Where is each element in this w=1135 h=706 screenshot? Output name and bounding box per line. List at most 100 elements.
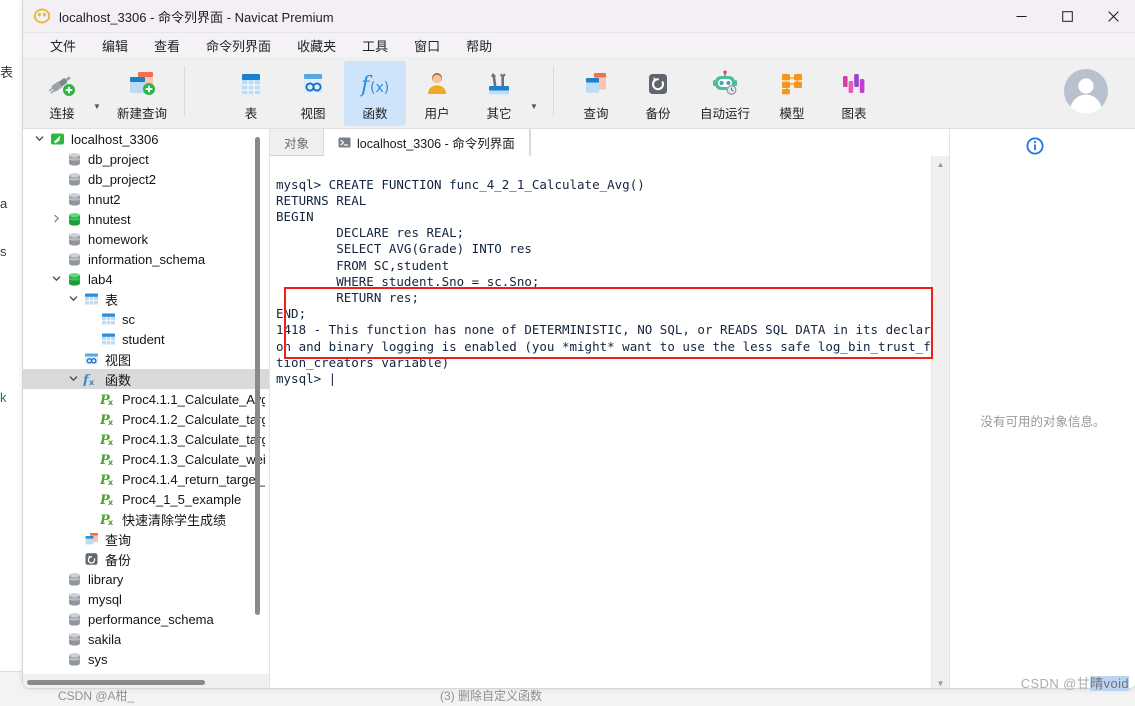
toolbar-backup[interactable]: 备份 [627, 61, 689, 126]
sidebar-horizontal-scroll-thumb[interactable] [27, 680, 205, 685]
procedure-px-icon: Px [98, 452, 118, 466]
other-tools-icon [479, 67, 519, 101]
tree-item-16[interactable]: Px Proc4.1.3_Calculate_weighted_A [23, 449, 269, 469]
tree-item-23[interactable]: mysql [23, 589, 269, 609]
tree-item-12[interactable]: f x 函数 [23, 369, 269, 389]
tree-item-13[interactable]: Px Proc4.1.1_Calculate_Avg [23, 389, 269, 409]
sidebar-horizontal-scrollbar[interactable] [23, 674, 269, 688]
chevron-down-icon[interactable] [31, 134, 47, 145]
toolbar-table-label: 表 [244, 107, 258, 121]
toolbar-other[interactable]: 其它 [468, 61, 530, 126]
toolbar-query[interactable]: 查询 [565, 61, 627, 126]
tree-item-label: hnutest [88, 211, 131, 227]
tree-item-9[interactable]: sc [23, 309, 269, 329]
chevron-down-icon[interactable] [65, 294, 81, 305]
tree-item-19[interactable]: Px 快速清除学生成绩 [23, 509, 269, 529]
tree-item-label: db_project [88, 151, 149, 167]
tree-item-15[interactable]: Px Proc4.1.3_Calculate_target_weig [23, 429, 269, 449]
tree-item-2[interactable]: db_project2 [23, 169, 269, 189]
menu-file[interactable]: 文件 [37, 33, 89, 58]
tree-item-4[interactable]: hnutest [23, 209, 269, 229]
watermark-highlight: 晴void [1090, 676, 1129, 691]
tree-item-label: 视图 [105, 352, 132, 368]
toolbar-user[interactable]: 用户 [406, 61, 468, 126]
connection-dropdown-caret-icon[interactable]: ▼ [93, 102, 107, 111]
procedure-px-icon: Px [98, 492, 118, 506]
tree-item-6[interactable]: information_schema [23, 249, 269, 269]
other-dropdown-caret-icon[interactable]: ▼ [530, 102, 544, 111]
connection-green-icon [47, 132, 67, 146]
query-icon [81, 532, 101, 546]
editor-tab-strip: 对象 localhost_3306 - 命令列界面 [270, 129, 949, 156]
tree-item-25[interactable]: sakila [23, 629, 269, 649]
scroll-up-arrow-icon[interactable]: ▲ [932, 156, 949, 173]
terminal-output[interactable]: mysql> CREATE FUNCTION func_4_2_1_Calcul… [270, 169, 932, 680]
toolbar-view[interactable]: 视图 [282, 61, 344, 126]
minimize-button[interactable] [998, 0, 1044, 32]
tree-item-26[interactable]: sys [23, 649, 269, 669]
sidebar-vertical-scrollbar[interactable] [255, 137, 260, 615]
background-bottom-right-text: (3) 删除自定义函数 [440, 689, 543, 703]
tree-item-11[interactable]: 视图 [23, 349, 269, 369]
tree-item-label: Proc4.1.1_Calculate_Avg [122, 391, 265, 407]
chevron-down-icon[interactable] [65, 374, 81, 385]
tree-item-18[interactable]: Px Proc4_1_5_example [23, 489, 269, 509]
chevron-down-icon[interactable] [48, 274, 64, 285]
toolbar-group-connection: 连接 ▼ 新建查询 [31, 61, 177, 126]
tree-item-10[interactable]: student [23, 329, 269, 349]
database-gray-icon [64, 152, 84, 167]
tab-objects[interactable]: 对象 [270, 129, 325, 155]
title-bar: localhost_3306 - 命令列界面 - Navicat Premium [23, 0, 1135, 33]
toolbar-model-label: 模型 [779, 107, 805, 121]
tree-item-label: Proc4.1.4_return_target_weight [122, 471, 265, 487]
toolbar-chart[interactable]: 图表 [823, 61, 885, 126]
tree-item-label: lab4 [88, 271, 113, 287]
database-tree[interactable]: localhost_3306 db_project db_project2 hnut2… [23, 129, 269, 674]
close-button[interactable] [1090, 0, 1135, 32]
menu-command-line[interactable]: 命令列界面 [193, 33, 284, 58]
tree-item-5[interactable]: homework [23, 229, 269, 249]
svg-text:x: x [108, 458, 114, 466]
tree-item-14[interactable]: Px Proc4.1.2_Calculate_target_Avg [23, 409, 269, 429]
tree-item-24[interactable]: performance_schema [23, 609, 269, 629]
toolbar-new-query[interactable]: 新建查询 [107, 61, 177, 126]
console-prompt-icon [338, 136, 351, 149]
maximize-button[interactable] [1044, 0, 1090, 32]
tree-item-22[interactable]: library [23, 569, 269, 589]
toolbar-separator-1 [184, 66, 185, 116]
tree-item-1[interactable]: db_project [23, 149, 269, 169]
tree-item-20[interactable]: 查询 [23, 529, 269, 549]
toolbar-function[interactable]: f (x) 函数 [344, 61, 406, 126]
view-icon [293, 67, 333, 101]
menu-edit[interactable]: 编辑 [89, 33, 141, 58]
toolbar-table[interactable]: 表 [220, 61, 282, 126]
toolbar-model[interactable]: 模型 [761, 61, 823, 126]
tree-item-17[interactable]: Px Proc4.1.4_return_target_weight [23, 469, 269, 489]
toolbar-chart-label: 图表 [841, 107, 867, 121]
user-avatar[interactable] [1062, 67, 1110, 115]
tree-item-label: performance_schema [88, 611, 214, 627]
terminal-vertical-scrollbar[interactable]: ▲ ▼ [931, 156, 949, 688]
toolbar-automation[interactable]: 自动运行 [689, 61, 761, 126]
menu-window[interactable]: 窗口 [401, 33, 453, 58]
tree-item-21[interactable]: 备份 [23, 549, 269, 569]
tab-command-line[interactable]: localhost_3306 - 命令列界面 [324, 129, 530, 156]
tree-item-label: sc [122, 311, 135, 327]
menu-favorites[interactable]: 收藏夹 [284, 33, 349, 58]
menu-tools[interactable]: 工具 [349, 33, 401, 58]
tree-item-3[interactable]: hnut2 [23, 189, 269, 209]
new-query-icon [122, 67, 162, 101]
menu-view[interactable]: 查看 [141, 33, 193, 58]
tree-item-7[interactable]: lab4 [23, 269, 269, 289]
svg-text:(x): (x) [370, 80, 389, 96]
tree-item-0[interactable]: localhost_3306 [23, 129, 269, 149]
chevron-right-icon[interactable] [48, 214, 64, 225]
toolbar-connection[interactable]: 连接 [31, 61, 93, 126]
toolbar-separator-2 [553, 66, 554, 116]
tree-item-8[interactable]: 表 [23, 289, 269, 309]
console-output-area[interactable]: mysql> CREATE FUNCTION func_4_2_1_Calcul… [270, 156, 949, 688]
menu-help[interactable]: 帮助 [453, 33, 505, 58]
scroll-down-arrow-icon[interactable]: ▼ [932, 675, 949, 688]
toolbar-user-label: 用户 [424, 107, 450, 121]
tree-item-label: Proc4.1.3_Calculate_weighted_A [122, 451, 265, 467]
